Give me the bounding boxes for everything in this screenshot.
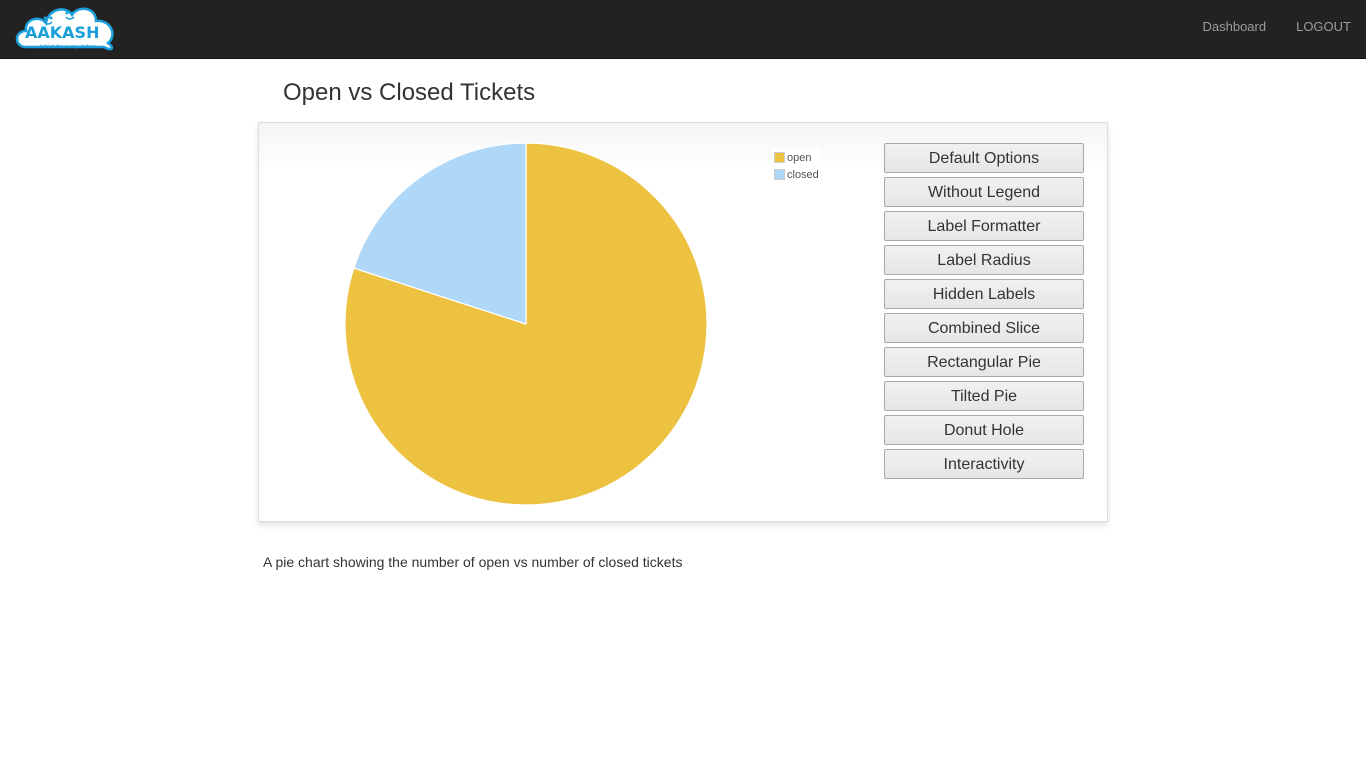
combined-slice-button[interactable]: Combined Slice — [884, 313, 1084, 343]
donut-hole-button[interactable]: Donut Hole — [884, 415, 1084, 445]
legend-label-closed: closed — [787, 168, 819, 181]
without-legend-button[interactable]: Without Legend — [884, 177, 1084, 207]
logo-tagline: tablet for every Indian — [40, 44, 96, 50]
tilted-pie-button[interactable]: Tilted Pie — [884, 381, 1084, 411]
legend-item-closed: closed — [774, 166, 819, 183]
label-formatter-button[interactable]: Label Formatter — [884, 211, 1084, 241]
chart-options-buttons: Default Options Without Legend Label For… — [884, 143, 1084, 483]
default-options-button[interactable]: Default Options — [884, 143, 1084, 173]
logo-text: AAKASH — [25, 23, 100, 42]
nav-link-logout[interactable]: LOGOUT — [1296, 19, 1351, 34]
hidden-labels-button[interactable]: Hidden Labels — [884, 279, 1084, 309]
interactivity-button[interactable]: Interactivity — [884, 449, 1084, 479]
navbar: AAKASH tablet for every Indian Dashboard… — [0, 0, 1366, 59]
nav-links: Dashboard LOGOUT — [1202, 19, 1351, 34]
legend-item-open: open — [774, 149, 819, 166]
nav-link-dashboard[interactable]: Dashboard — [1202, 19, 1266, 34]
chart-description: A pie chart showing the number of open v… — [263, 554, 683, 570]
legend-swatch-closed — [774, 169, 785, 180]
aakash-logo[interactable]: AAKASH tablet for every Indian — [12, 1, 120, 55]
rectangular-pie-button[interactable]: Rectangular Pie — [884, 347, 1084, 377]
legend-label-open: open — [787, 151, 812, 164]
label-radius-button[interactable]: Label Radius — [884, 245, 1084, 275]
chart-panel: open closed Default Options Without Lege… — [258, 122, 1108, 522]
page-title: Open vs Closed Tickets — [283, 79, 536, 106]
chart-legend: open closed — [772, 148, 821, 184]
legend-swatch-open — [774, 152, 785, 163]
